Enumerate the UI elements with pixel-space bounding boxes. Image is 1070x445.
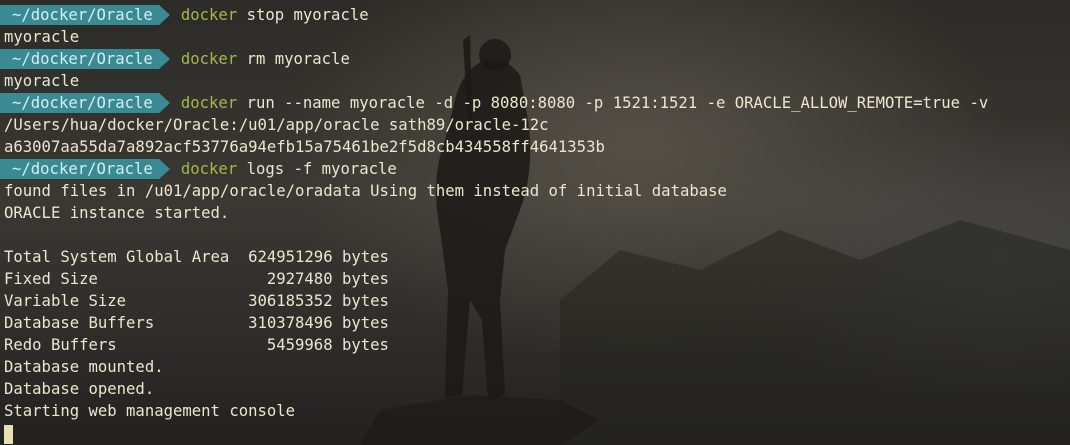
output-line: Starting web management console: [4, 402, 296, 420]
command-name: docker: [180, 94, 238, 112]
input-line: [0, 422, 1070, 444]
output-line: ORACLE instance started.: [4, 204, 230, 222]
command-args: logs -f myoracle: [246, 160, 397, 178]
text-cursor[interactable]: [4, 425, 13, 444]
command-args: stop myoracle: [246, 6, 369, 24]
prompt-path: ~/docker/Oracle: [0, 5, 170, 25]
output-line: Database mounted.: [4, 358, 164, 376]
prompt-line: ~/docker/Oracle docker rm myoracle: [0, 48, 1070, 70]
terminal-window[interactable]: ~/docker/Oracle docker stop myoracle myora…: [0, 0, 1070, 445]
output-line: /Users/hua/docker/Oracle:/u01/app/oracle…: [4, 116, 549, 134]
terminal-output: ~/docker/Oracle docker stop myoracle myora…: [0, 4, 1070, 444]
output-line: Database opened.: [4, 380, 155, 398]
command-name: docker: [180, 50, 238, 68]
command-args: rm myoracle: [246, 50, 350, 68]
prompt-line: ~/docker/Oracle docker stop myoracle: [0, 4, 1070, 26]
command-name: docker: [180, 6, 238, 24]
output-line: Variable Size 306185352 bytes: [4, 292, 389, 310]
prompt-line: ~/docker/Oracle docker run --name myoracl…: [0, 92, 1070, 114]
output-line: Fixed Size 2927480 bytes: [4, 270, 389, 288]
prompt-path: ~/docker/Oracle: [0, 93, 170, 113]
output-line: Redo Buffers 5459968 bytes: [4, 336, 389, 354]
prompt-line: ~/docker/Oracle docker logs -f myoracle: [0, 158, 1070, 180]
output-line: myoracle: [4, 28, 80, 46]
output-line: Database Buffers 310378496 bytes: [4, 314, 389, 332]
output-line: Total System Global Area 624951296 bytes: [4, 248, 389, 266]
output-line: found files in /u01/app/oracle/oradata U…: [4, 182, 727, 200]
output-line: a63007aa55da7a892acf53776a94efb15a75461b…: [4, 138, 605, 156]
prompt-path: ~/docker/Oracle: [0, 49, 170, 69]
command-name: docker: [180, 160, 238, 178]
prompt-path: ~/docker/Oracle: [0, 159, 170, 179]
output-line: myoracle: [4, 72, 80, 90]
command-args: run --name myoracle -d -p 8080:8080 -p 1…: [246, 94, 989, 112]
